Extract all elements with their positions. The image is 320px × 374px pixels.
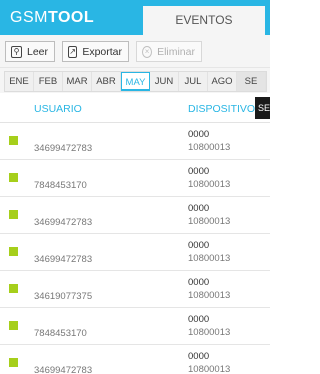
month-tab-mar[interactable]: MAR xyxy=(63,72,92,91)
status-square-icon xyxy=(9,321,18,330)
status-square-icon xyxy=(9,210,18,219)
row-user: 34699472783 xyxy=(34,143,93,154)
row-device-id: 10800013 xyxy=(188,142,231,153)
delete-button[interactable]: × Eliminar xyxy=(136,41,202,62)
column-header-extra[interactable]: SE xyxy=(255,97,270,119)
column-header-user[interactable]: USUARIO xyxy=(34,103,82,115)
read-button-label: Leer xyxy=(26,45,48,58)
logo-text-tool: TOOL xyxy=(47,9,95,26)
status-square-icon xyxy=(9,358,18,367)
row-user: 34699472783 xyxy=(34,365,93,374)
month-tab-ene[interactable]: ENE xyxy=(5,72,34,91)
delete-button-label: Eliminar xyxy=(157,45,195,58)
row-device-code: 0000 xyxy=(188,240,210,251)
table-header: USUARIO DISPOSITIVO SE xyxy=(0,93,270,123)
row-device-code: 0000 xyxy=(188,166,210,177)
row-user: 34619077375 xyxy=(34,291,93,302)
table-row[interactable]: 7848453170 0000 10800013 xyxy=(0,160,270,197)
search-icon: ⚲ xyxy=(11,45,22,58)
read-button[interactable]: ⚲ Leer xyxy=(5,41,55,62)
status-square-icon xyxy=(9,284,18,293)
export-button[interactable]: ↗ Exportar xyxy=(62,41,129,62)
export-icon: ↗ xyxy=(68,45,78,58)
delete-icon: × xyxy=(142,45,153,58)
status-square-icon xyxy=(9,173,18,182)
row-device-code: 0000 xyxy=(188,277,210,288)
row-device-id: 10800013 xyxy=(188,290,231,301)
row-device-code: 0000 xyxy=(188,129,210,140)
app-logo: GSMTOOL xyxy=(10,9,94,27)
table-row[interactable]: 34699472783 0000 10800013 xyxy=(0,345,270,374)
month-selector: ENE FEB MAR ABR MAY JUN JUL AGO SE xyxy=(0,67,270,93)
row-device-code: 0000 xyxy=(188,203,210,214)
row-device-id: 10800013 xyxy=(188,364,231,374)
table-row[interactable]: 34619077375 0000 10800013 xyxy=(0,271,270,308)
app-header: GSMTOOL EVENTOS xyxy=(0,0,270,35)
month-tab-jun[interactable]: JUN xyxy=(150,72,179,91)
row-device-id: 10800013 xyxy=(188,179,231,190)
row-device-code: 0000 xyxy=(188,314,210,325)
table-row[interactable]: 34699472783 0000 10800013 xyxy=(0,234,270,271)
status-square-icon xyxy=(9,136,18,145)
row-user: 7848453170 xyxy=(34,328,87,339)
tab-eventos[interactable]: EVENTOS xyxy=(143,6,265,35)
column-header-device[interactable]: DISPOSITIVO xyxy=(188,103,255,115)
row-device-code: 0000 xyxy=(188,351,210,362)
status-square-icon xyxy=(9,247,18,256)
row-user: 34699472783 xyxy=(34,217,93,228)
month-tab-feb[interactable]: FEB xyxy=(34,72,63,91)
row-user: 34699472783 xyxy=(34,254,93,265)
table-row[interactable]: 34699472783 0000 10800013 xyxy=(0,197,270,234)
month-tab-abr[interactable]: ABR xyxy=(92,72,121,91)
row-device-id: 10800013 xyxy=(188,253,231,264)
month-tab-jul[interactable]: JUL xyxy=(179,72,208,91)
month-tab-may[interactable]: MAY xyxy=(121,72,150,91)
logo-text-gsm: GSM xyxy=(10,9,48,26)
month-tabs: ENE FEB MAR ABR MAY JUN JUL AGO SE xyxy=(4,71,267,92)
export-button-label: Exportar xyxy=(82,45,122,58)
row-device-id: 10800013 xyxy=(188,216,231,227)
toolbar: ⚲ Leer ↗ Exportar × Eliminar xyxy=(0,35,270,67)
month-tab-se[interactable]: SE xyxy=(237,72,266,91)
row-user: 7848453170 xyxy=(34,180,87,191)
row-device-id: 10800013 xyxy=(188,327,231,338)
table-row[interactable]: 7848453170 0000 10800013 xyxy=(0,308,270,345)
event-list: 34699472783 0000 10800013 7848453170 0000 108… xyxy=(0,123,270,374)
month-tab-ago[interactable]: AGO xyxy=(208,72,237,91)
table-row[interactable]: 34699472783 0000 10800013 xyxy=(0,123,270,160)
